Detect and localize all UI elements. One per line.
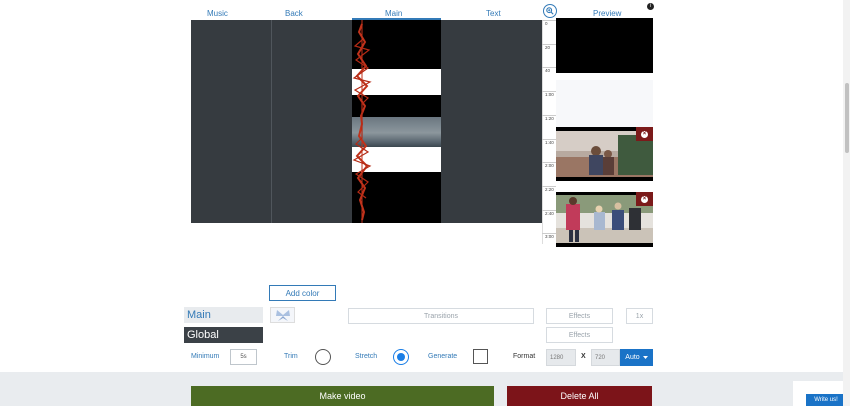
ruler-label: 20: [545, 45, 551, 50]
generate-checkbox[interactable]: [473, 349, 488, 364]
close-icon: ×: [641, 130, 648, 138]
ruler-label: 40: [545, 68, 551, 73]
tab-preview[interactable]: Preview: [593, 9, 621, 18]
trim-label: Trim: [284, 353, 298, 360]
trim-radio[interactable]: [315, 349, 331, 365]
tab-music[interactable]: Music: [207, 9, 228, 18]
info-icon[interactable]: i: [647, 3, 654, 10]
zoom-icon: [546, 7, 554, 15]
remove-clip-button[interactable]: ×: [636, 127, 653, 141]
effects-field-2[interactable]: Effects: [546, 327, 613, 343]
height-input[interactable]: 720: [591, 349, 620, 366]
close-icon: ×: [641, 195, 648, 203]
butterfly-icon: [275, 309, 290, 321]
format-label: Format: [513, 353, 536, 360]
tab-main[interactable]: Main: [385, 9, 402, 18]
tab-back[interactable]: Back: [285, 9, 303, 18]
track-divider: [271, 20, 272, 223]
transition-thumbnail[interactable]: [270, 307, 295, 323]
settings-tab-main[interactable]: Main: [184, 307, 263, 323]
preview-frame: [556, 18, 653, 73]
auto-dropdown[interactable]: Auto: [620, 349, 653, 366]
speed-field[interactable]: 1x: [626, 308, 653, 324]
ruler-label: 1:00: [545, 92, 554, 97]
ruler-label: 1:40: [545, 140, 554, 145]
minimum-input[interactable]: 5s: [230, 349, 257, 365]
effects-field-1[interactable]: Effects: [546, 308, 613, 324]
text-track-area[interactable]: [441, 20, 542, 223]
minimum-label: Minimum: [191, 353, 220, 360]
page-scrollbar[interactable]: [843, 0, 850, 406]
audio-waveform: [352, 20, 372, 223]
ruler-label: 2:20: [545, 187, 554, 192]
remove-clip-button[interactable]: ×: [636, 192, 653, 206]
add-color-button[interactable]: Add color: [269, 285, 336, 301]
ruler-label: 2:40: [545, 211, 554, 216]
stretch-radio[interactable]: [393, 349, 409, 365]
tab-text[interactable]: Text: [486, 9, 501, 18]
make-video-button[interactable]: Make video: [191, 386, 494, 406]
write-us-button[interactable]: Write us!: [806, 394, 846, 406]
preview-clip-2[interactable]: ×: [556, 192, 653, 247]
ruler-label: 2:00: [545, 163, 554, 168]
delete-all-button[interactable]: Delete All: [507, 386, 652, 406]
generate-label: Generate: [428, 353, 458, 360]
ruler-label: 0: [545, 21, 548, 26]
stretch-label: Stretch: [355, 353, 378, 360]
scrollbar-thumb[interactable]: [845, 83, 849, 153]
preview-clip-1[interactable]: ×: [556, 127, 653, 181]
ruler-label: 3:00: [545, 234, 554, 239]
settings-tab-global[interactable]: Global: [184, 327, 263, 343]
zoom-button[interactable]: [543, 4, 557, 18]
caret-down-icon: [642, 355, 648, 359]
width-input[interactable]: 1280: [546, 349, 576, 366]
ruler-label: 1:20: [545, 116, 554, 121]
preview-blank: [556, 80, 653, 127]
transitions-field[interactable]: Transitions: [348, 308, 534, 324]
dimension-separator: X: [581, 353, 586, 360]
auto-label: Auto: [625, 354, 640, 361]
